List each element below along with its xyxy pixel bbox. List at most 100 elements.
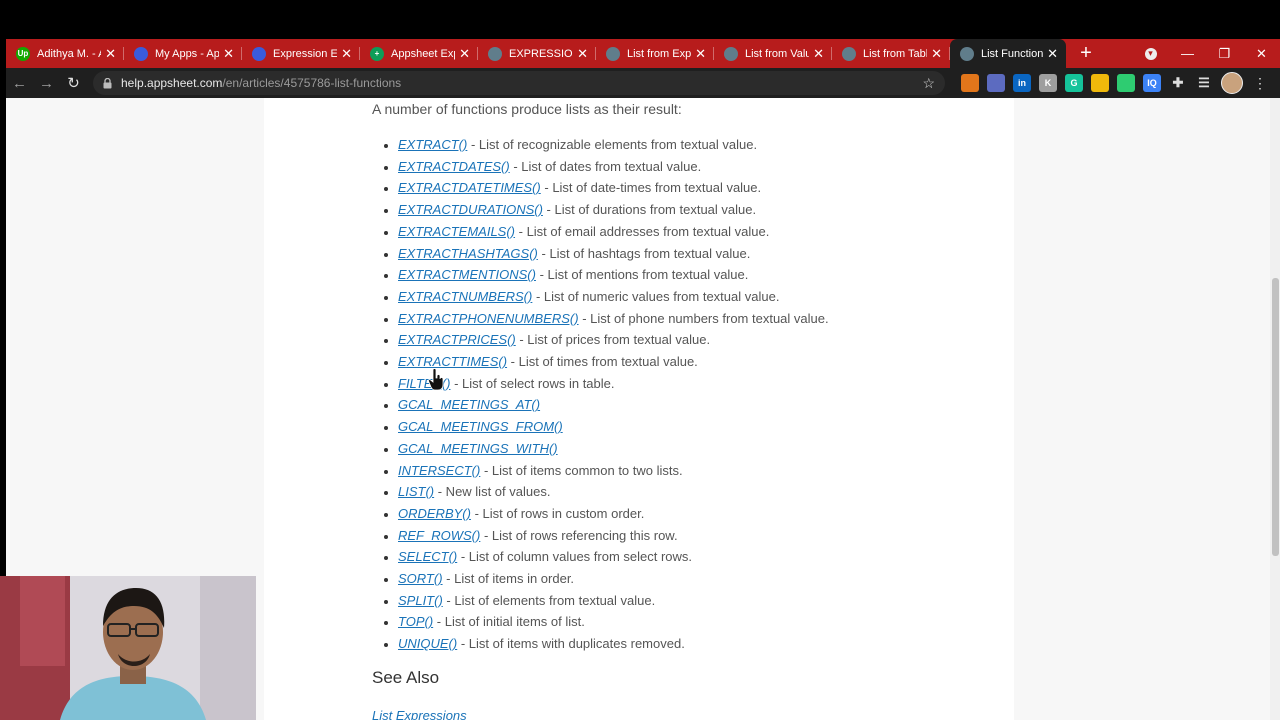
intro-text: A number of functions produce lists as t…	[372, 101, 682, 117]
binance-icon[interactable]	[1091, 74, 1109, 92]
new-tab-button[interactable]: +	[1066, 39, 1106, 68]
function-link[interactable]: EXTRACTPRICES()	[398, 332, 516, 347]
tab-title: List from Expr	[627, 47, 692, 60]
browser-tab[interactable]: List Functions ✕	[950, 39, 1066, 68]
function-description: - List of recognizable elements from tex…	[467, 137, 758, 152]
function-link[interactable]: EXTRACTEMAILS()	[398, 224, 515, 239]
reading-list-icon[interactable]: ☰	[1195, 74, 1213, 92]
metamask-icon[interactable]	[961, 74, 979, 92]
forward-button[interactable]: →	[33, 69, 60, 97]
function-list-item: INTERSECT() - List of items common to tw…	[398, 460, 992, 482]
function-link[interactable]: TOP()	[398, 614, 433, 629]
close-tab-icon[interactable]: ✕	[459, 47, 470, 60]
linkedin-icon[interactable]: in	[1013, 74, 1031, 92]
function-link[interactable]: SPLIT()	[398, 593, 443, 608]
function-description: - List of prices from textual value.	[515, 332, 711, 348]
function-link[interactable]: SORT()	[398, 571, 443, 586]
function-link[interactable]: GCAL_MEETINGS_WITH()	[398, 441, 558, 456]
close-window-button[interactable]: ✕	[1243, 39, 1280, 68]
function-link[interactable]: INTERSECT()	[398, 463, 480, 478]
close-tab-icon[interactable]: ✕	[577, 47, 588, 60]
webcam-overlay	[0, 576, 256, 720]
function-link[interactable]: EXTRACT()	[398, 137, 467, 152]
grammarly-icon[interactable]: G	[1065, 74, 1083, 92]
close-tab-icon[interactable]: ✕	[1047, 47, 1058, 60]
function-list-item: REF_ROWS() - List of rows referencing th…	[398, 525, 992, 547]
iq-extension-icon[interactable]: IQ	[1143, 74, 1161, 92]
function-list-item: EXTRACTDURATIONS() - List of durations f…	[398, 199, 992, 221]
url-path: /en/articles/4575786-list-functions	[222, 76, 402, 90]
reload-button[interactable]: ↻	[60, 69, 87, 97]
function-link[interactable]: EXTRACTNUMBERS()	[398, 289, 532, 304]
grid-extension-icon[interactable]	[1117, 74, 1135, 92]
reload-icon: ↻	[67, 75, 80, 92]
function-description: - List of initial items of list.	[433, 614, 585, 630]
extension-icon[interactable]	[987, 74, 1005, 92]
page-scrollbar[interactable]	[1270, 98, 1280, 720]
browser-tab[interactable]: List from Valu ✕	[714, 39, 832, 68]
restore-button[interactable]: ❐	[1206, 39, 1243, 68]
function-link[interactable]: LIST()	[398, 484, 434, 499]
function-link[interactable]: EXTRACTDATETIMES()	[398, 180, 541, 195]
chevron-down-icon: ▾	[1144, 47, 1157, 60]
close-tab-icon[interactable]: ✕	[813, 47, 824, 60]
close-tab-icon[interactable]: ✕	[223, 47, 234, 60]
browser-tab[interactable]: Expression Exp✕	[242, 39, 360, 68]
function-list-item: GCAL_MEETINGS_WITH()	[398, 438, 992, 460]
window-controls: ▾ — ❐ ✕	[1132, 39, 1280, 68]
function-link[interactable]: ORDERBY()	[398, 506, 471, 521]
function-list-item: EXTRACTPHONENUMBERS() - List of phone nu…	[398, 308, 992, 330]
close-tab-icon[interactable]: ✕	[931, 47, 942, 60]
back-button[interactable]: ←	[6, 69, 33, 97]
tab-favicon-icon	[842, 46, 856, 61]
function-list-item: EXTRACTEMAILS() - List of email addresse…	[398, 221, 992, 243]
browser-tab[interactable]: List from Expr ✕	[596, 39, 714, 68]
profile-menu-button[interactable]: ▾	[1132, 39, 1169, 68]
function-link[interactable]: SELECT()	[398, 549, 457, 564]
function-link[interactable]: GCAL_MEETINGS_AT()	[398, 397, 540, 412]
function-link[interactable]: EXTRACTDURATIONS()	[398, 202, 543, 217]
close-tab-icon[interactable]: ✕	[105, 47, 116, 60]
function-description: - List of durations from textual value.	[542, 202, 757, 218]
function-list-item: EXTRACTHASHTAGS() - List of hashtags fro…	[398, 243, 992, 265]
see-also-link[interactable]: List Expressions	[372, 708, 992, 720]
k-extension-icon[interactable]: K	[1039, 74, 1057, 92]
browser-tab[interactable]: List from Table ✕	[832, 39, 950, 68]
function-link[interactable]: EXTRACTDATES()	[398, 159, 510, 174]
tab-title: List from Valu	[745, 47, 810, 60]
function-description: - List of numeric values from textual va…	[532, 288, 780, 304]
function-description: - List of date-times from textual value.	[540, 180, 762, 196]
function-link[interactable]: EXTRACTHASHTAGS()	[398, 246, 538, 261]
browser-toolbar: ← → ↻ help.appsheet.com/en/articles/4575…	[6, 68, 1280, 98]
browser-tab[interactable]: + Appsheet Expr ✕	[360, 39, 478, 68]
function-link[interactable]: EXTRACTTIMES()	[398, 354, 507, 369]
close-tab-icon[interactable]: ✕	[341, 47, 352, 60]
function-description: - List of mentions from textual value.	[535, 267, 749, 283]
scrollbar-thumb[interactable]	[1272, 278, 1279, 556]
function-list-item: EXTRACTTIMES() - List of times from text…	[398, 351, 992, 373]
function-link[interactable]: REF_ROWS()	[398, 528, 480, 543]
extensions-puzzle-icon[interactable]: ✚	[1169, 74, 1187, 92]
browser-tab[interactable]: Up Adithya M. - A ✕	[6, 39, 124, 68]
tab-favicon-icon: +	[370, 46, 384, 61]
function-list-item: LIST() - New list of values.	[398, 481, 992, 503]
function-link[interactable]: EXTRACTMENTIONS()	[398, 267, 536, 282]
function-list-item: GCAL_MEETINGS_AT()	[398, 394, 992, 416]
function-link[interactable]: EXTRACTPHONENUMBERS()	[398, 311, 579, 326]
minimize-button[interactable]: —	[1169, 39, 1206, 68]
function-description: - List of items common to two lists.	[480, 462, 683, 478]
browser-tab[interactable]: EXPRESSIONS ✕	[478, 39, 596, 68]
more-menu-icon[interactable]: ⋮	[1253, 75, 1267, 92]
address-bar[interactable]: help.appsheet.com/en/articles/4575786-li…	[93, 71, 945, 95]
function-description: - List of times from textual value.	[507, 354, 698, 370]
profile-avatar[interactable]	[1221, 72, 1243, 94]
browser-tab[interactable]: My Apps - App ✕	[124, 39, 242, 68]
function-list-item: UNIQUE() - List of items with duplicates…	[398, 633, 992, 655]
arrow-right-icon: →	[39, 74, 54, 92]
function-list: EXTRACT() - List of recognizable element…	[372, 134, 992, 655]
bookmark-star-icon[interactable]: ☆	[922, 75, 935, 92]
close-tab-icon[interactable]: ✕	[695, 47, 706, 60]
function-link[interactable]: UNIQUE()	[398, 636, 457, 651]
function-description: - List of email addresses from textual v…	[515, 223, 770, 239]
function-link[interactable]: GCAL_MEETINGS_FROM()	[398, 419, 563, 434]
